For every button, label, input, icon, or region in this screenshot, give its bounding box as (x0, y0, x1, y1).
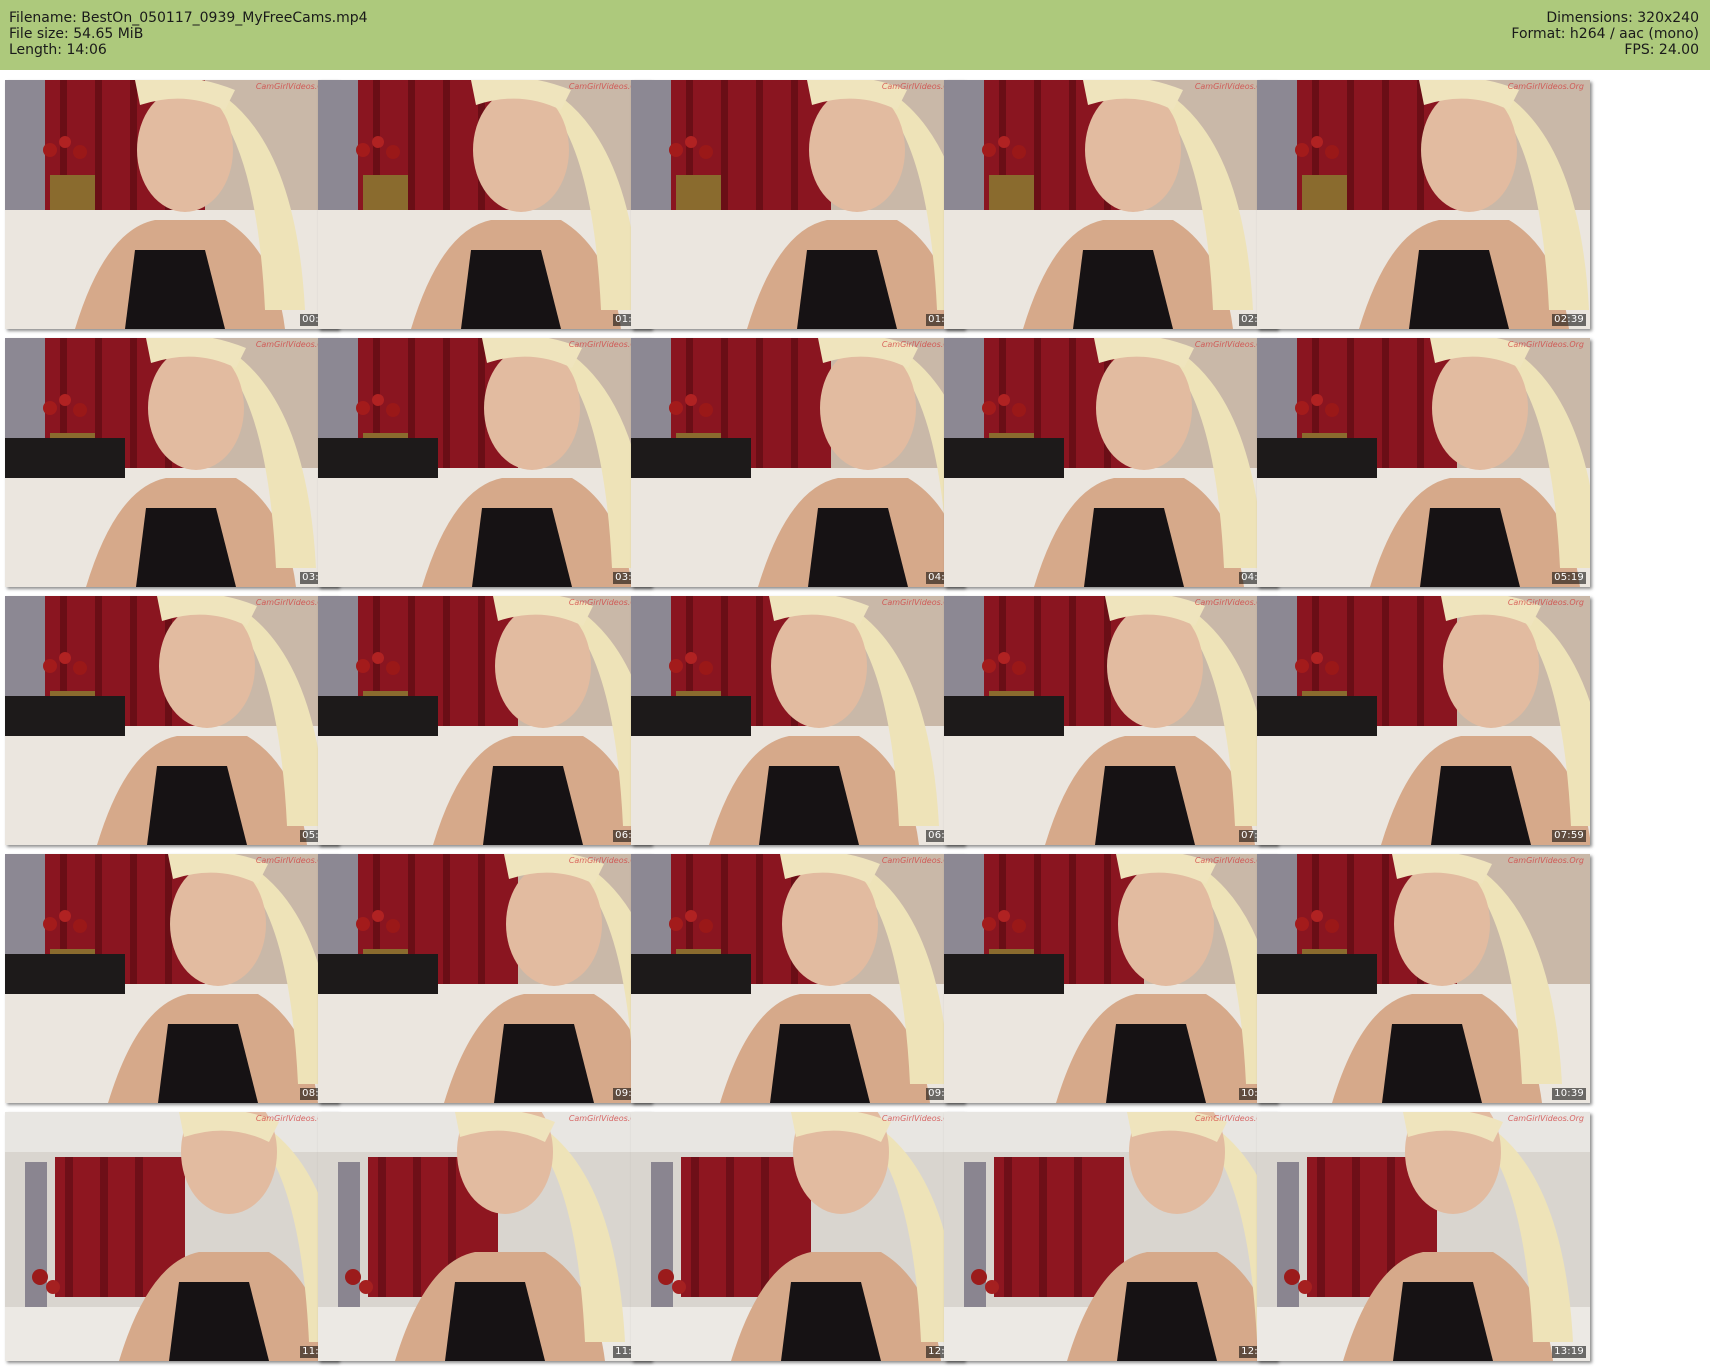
frame-image (944, 338, 1277, 587)
frame-image (318, 80, 651, 329)
frame-image (631, 596, 964, 845)
frame-image (1257, 80, 1590, 329)
frame-image (318, 596, 651, 845)
frame-image (5, 338, 338, 587)
frame-image (5, 1112, 338, 1361)
thumbnail-frame: CamGirlVideos.Org06:55 (631, 596, 964, 845)
timestamp-label: 05:19 (1552, 572, 1586, 584)
thumbnail-frame: CamGirlVideos.Org 07:59 (1257, 596, 1590, 845)
frame-image (318, 854, 651, 1103)
thumbnail-frame: CamGirlVideos.Org12:15 (631, 1112, 964, 1361)
thumbnail-frame: CamGirlVideos.Org 02:39 (1257, 80, 1590, 329)
timestamp-label: 07:59 (1552, 830, 1586, 842)
thumbnail-frame: CamGirlVideos.Org10:07 (944, 854, 1277, 1103)
frame-image (631, 1112, 964, 1361)
watermark-text: CamGirlVideos.Org (1507, 340, 1584, 349)
thumbnail-frame: CamGirlVideos.Org01:35 (631, 80, 964, 329)
thumbnail-frame: CamGirlVideos.Org 10:39 (1257, 854, 1590, 1103)
timestamp-label: 02:39 (1552, 314, 1586, 326)
thumbnail-frame: CamGirlVideos.Org11:43 (318, 1112, 651, 1361)
frame-image (318, 338, 651, 587)
frame-image (1257, 338, 1590, 587)
frame-image (318, 1112, 651, 1361)
frame-image (631, 854, 964, 1103)
frame-image (631, 80, 964, 329)
thumbnail-frame: CamGirlVideos.Org05:51 (5, 596, 338, 845)
timestamp-label: 13:19 (1552, 1346, 1586, 1358)
frame-image (944, 596, 1277, 845)
timestamp-label: 10:39 (1552, 1088, 1586, 1100)
thumbnail-frame: CamGirlVideos.Org 05:19 (1257, 338, 1590, 587)
watermark-text: CamGirlVideos.Org (1507, 82, 1584, 91)
frame-image (5, 80, 338, 329)
thumbnail-frame: CamGirlVideos.Org09:35 (631, 854, 964, 1103)
thumbnail-frame: CamGirlVideos.Org03:43 (318, 338, 651, 587)
frame-image (944, 80, 1277, 329)
thumbnail-frame: CamGirlVideos.Org06:23 (318, 596, 651, 845)
frame-image (944, 854, 1277, 1103)
thumbnail-frame: CamGirlVideos.Org08:31 (5, 854, 338, 1103)
thumbnail-frame: CamGirlVideos.Org04:15 (631, 338, 964, 587)
thumbnail-frame: CamGirlVideos.Org 13:19 (1257, 1112, 1590, 1361)
frame-image (631, 338, 964, 587)
thumbnail-frame: CamGirlVideos.Org07:27 (944, 596, 1277, 845)
frame-image (5, 596, 338, 845)
thumbnail-frame: CamGirlVideos.Org11:11 (5, 1112, 338, 1361)
frame-image (1257, 854, 1590, 1103)
frame-image (5, 854, 338, 1103)
thumbnail-frame: CamGirlVideos.Org09:03 (318, 854, 651, 1103)
frame-image (944, 1112, 1277, 1361)
watermark-text: CamGirlVideos.Org (1507, 856, 1584, 865)
thumbnail-frame: CamGirlVideos.Org02:07 (944, 80, 1277, 329)
frame-image (1257, 1112, 1590, 1361)
watermark-text: CamGirlVideos.Org (1507, 1114, 1584, 1123)
thumbnail-grid: CamGirlVideos.Org00:31CamGirlVideos.Org0… (0, 0, 1710, 1370)
frame-image (1257, 596, 1590, 845)
thumbnail-frame: CamGirlVideos.Org01:03 (318, 80, 651, 329)
thumbnail-frame: CamGirlVideos.Org00:31 (5, 80, 338, 329)
thumbnail-frame: CamGirlVideos.Org03:11 (5, 338, 338, 587)
thumbnail-frame: CamGirlVideos.Org12:47 (944, 1112, 1277, 1361)
watermark-text: CamGirlVideos.Org (1507, 598, 1584, 607)
thumbnail-frame: CamGirlVideos.Org04:47 (944, 338, 1277, 587)
